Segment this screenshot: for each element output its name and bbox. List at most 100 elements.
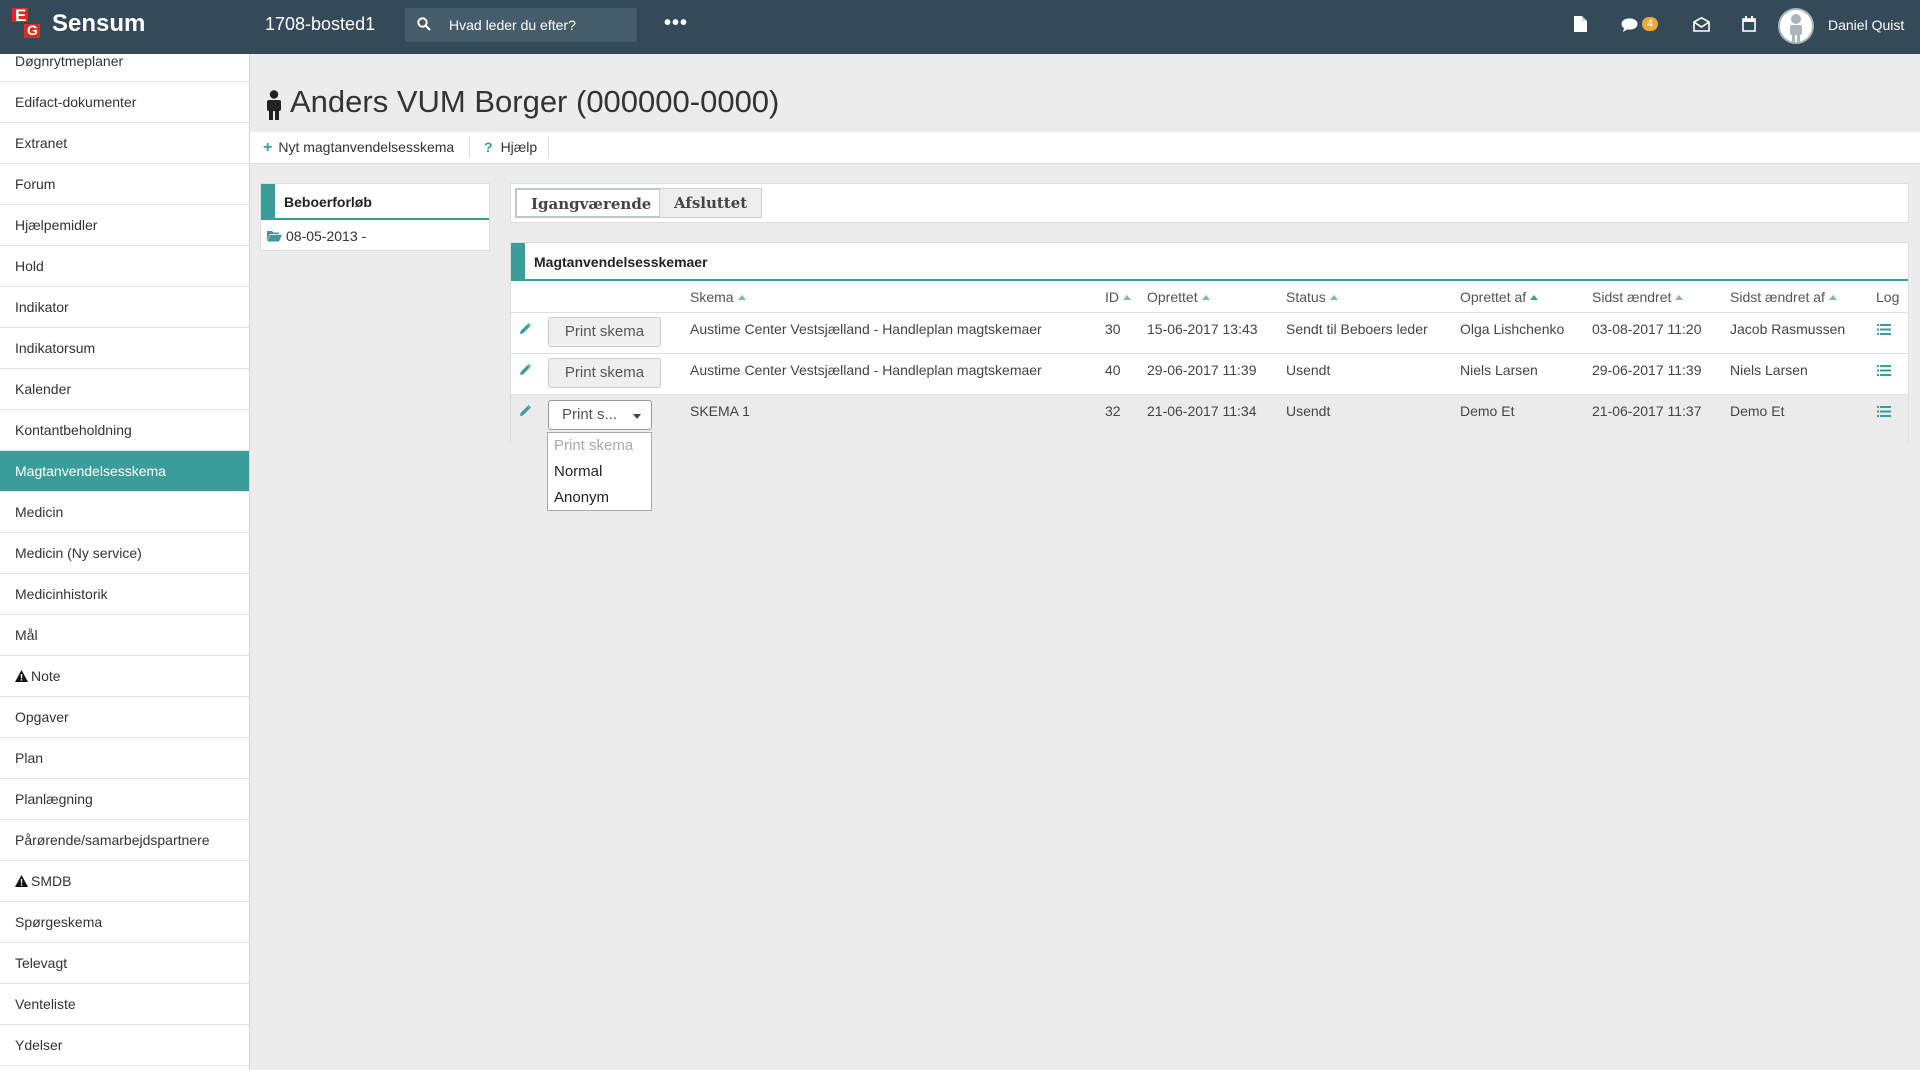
sidebar-item-televagt[interactable]: Televagt bbox=[0, 943, 249, 984]
edit-pencil-icon[interactable] bbox=[519, 323, 531, 335]
cell-skema[interactable]: Austime Center Vestsjælland - Handleplan… bbox=[690, 362, 1042, 378]
brand-name[interactable]: Sensum bbox=[52, 10, 145, 38]
edit-pencil-icon[interactable] bbox=[519, 364, 531, 376]
sidebar-item-label: Hjælpemidler bbox=[15, 217, 97, 233]
sidebar-item-label: Edifact-dokumenter bbox=[15, 94, 136, 110]
tab-afsluttet[interactable]: Afsluttet bbox=[659, 188, 762, 218]
beboerforlob-entry[interactable]: 08-05-2013 - bbox=[267, 228, 366, 244]
menu-option-anonym[interactable]: Anonym bbox=[548, 485, 651, 511]
sidebar-item-label: Plan bbox=[15, 750, 43, 766]
sidebar-item-label: Kontantbeholdning bbox=[15, 422, 132, 438]
log-list-icon[interactable] bbox=[1877, 406, 1891, 417]
log-list-icon[interactable] bbox=[1877, 324, 1891, 335]
sidebar-item-label: Medicin (Ny service) bbox=[15, 545, 142, 561]
cell-id: 32 bbox=[1105, 403, 1121, 419]
sidebar-item-label: Note bbox=[31, 668, 61, 684]
sidebar-item-medicin-ny-service[interactable]: Medicin (Ny service) bbox=[0, 533, 249, 574]
sidebar-item-indikator[interactable]: Indikator bbox=[0, 287, 249, 328]
sidebar-item-label: Spørgeskema bbox=[15, 914, 102, 930]
column-header-sidst-aendret[interactable]: Sidst ændret bbox=[1592, 289, 1683, 305]
more-menu-icon[interactable]: ••• bbox=[664, 12, 688, 35]
warning-icon bbox=[15, 875, 28, 887]
folder-open-icon bbox=[267, 230, 282, 242]
eg-logo[interactable]: E G bbox=[12, 8, 42, 40]
print-skema-button[interactable]: Print skema bbox=[548, 358, 661, 388]
search-input[interactable] bbox=[449, 8, 633, 42]
table-title: Magtanvendelsesskemaer bbox=[534, 254, 708, 270]
beboerforlob-title: Beboerforløb bbox=[284, 194, 372, 210]
user-name[interactable]: Daniel Quist bbox=[1828, 17, 1904, 33]
sidebar-item-medicinhistorik[interactable]: Medicinhistorik bbox=[0, 574, 249, 615]
sidebar-item-paaroerende[interactable]: Pårørende/samarbejdspartnere bbox=[0, 820, 249, 861]
cell-skema[interactable]: SKEMA 1 bbox=[690, 403, 750, 419]
sidebar-item-note[interactable]: Note bbox=[0, 656, 249, 697]
sidebar-item-ydelser[interactable]: Ydelser bbox=[0, 1025, 249, 1066]
tab-igangvaerende[interactable]: Igangværende bbox=[515, 188, 667, 218]
sidebar-item-label: Indikator bbox=[15, 299, 69, 315]
sidebar-item-label: Mål bbox=[15, 627, 38, 643]
sidebar-item-forum[interactable]: Forum bbox=[0, 164, 249, 205]
mail-icon[interactable] bbox=[1693, 17, 1710, 32]
cell-skema[interactable]: Austime Center Vestsjælland - Handleplan… bbox=[690, 321, 1042, 337]
cell-status: Usendt bbox=[1286, 362, 1330, 378]
beboerforlob-panel: Beboerforløb 08-05-2013 - bbox=[260, 183, 490, 251]
beboerforlob-header: Beboerforløb bbox=[261, 184, 489, 220]
sidebar-item-extranet[interactable]: Extranet bbox=[0, 123, 249, 164]
cell-sidst-aendret-af: Jacob Rasmussen bbox=[1730, 321, 1845, 337]
print-skema-dropdown[interactable]: Print s... bbox=[548, 400, 652, 430]
document-icon[interactable] bbox=[1574, 16, 1587, 32]
cell-sidst-aendret-af: Niels Larsen bbox=[1730, 362, 1808, 378]
help-button[interactable]: ?Hjælp bbox=[484, 139, 537, 155]
column-header-sidst-aendret-af[interactable]: Sidst ændret af bbox=[1730, 289, 1837, 305]
cell-oprettet-af: Olga Lishchenko bbox=[1460, 321, 1564, 337]
chat-icon[interactable] bbox=[1621, 18, 1638, 32]
print-skema-button[interactable]: Print skema bbox=[548, 317, 661, 347]
question-icon: ? bbox=[484, 139, 493, 155]
message-count-badge[interactable]: 4 bbox=[1642, 17, 1658, 31]
user-avatar[interactable] bbox=[1778, 8, 1814, 44]
page-title: Anders VUM Borger (000000-0000) bbox=[290, 84, 779, 120]
sidebar-item-spoergeskema[interactable]: Spørgeskema bbox=[0, 902, 249, 943]
magtanvendelsesskemaer-panel: Magtanvendelsesskemaer Skema ID Oprettet… bbox=[510, 242, 1909, 442]
sidebar-item-opgaver[interactable]: Opgaver bbox=[0, 697, 249, 738]
sidebar-item-label: Ydelser bbox=[15, 1037, 62, 1053]
sidebar-item-medicin[interactable]: Medicin bbox=[0, 492, 249, 533]
sidebar-item-hjaelpemidler[interactable]: Hjælpemidler bbox=[0, 205, 249, 246]
column-header-oprettet[interactable]: Oprettet bbox=[1147, 289, 1210, 305]
column-header-status[interactable]: Status bbox=[1286, 289, 1338, 305]
sidebar-item-indikatorsum[interactable]: Indikatorsum bbox=[0, 328, 249, 369]
project-name[interactable]: 1708-bosted1 bbox=[265, 14, 375, 35]
sidebar: Døgnrytmeplaner Edifact-dokumenter Extra… bbox=[0, 54, 250, 1070]
new-label: Nyt magtanvendelsesskema bbox=[278, 139, 454, 155]
sort-arrow-icon bbox=[1123, 295, 1131, 300]
column-header-skema[interactable]: Skema bbox=[690, 289, 746, 305]
sidebar-item-edifact[interactable]: Edifact-dokumenter bbox=[0, 82, 249, 123]
print-options-menu: Print skema Normal Anonym bbox=[547, 432, 652, 511]
search-icon[interactable] bbox=[417, 17, 431, 31]
sidebar-item-hold[interactable]: Hold bbox=[0, 246, 249, 287]
sidebar-item-kontantbeholdning[interactable]: Kontantbeholdning bbox=[0, 410, 249, 451]
cell-status: Sendt til Beboers leder bbox=[1286, 321, 1428, 337]
sidebar-item-smdb[interactable]: SMDB bbox=[0, 861, 249, 902]
sidebar-item-maal[interactable]: Mål bbox=[0, 615, 249, 656]
sidebar-item-kalender[interactable]: Kalender bbox=[0, 369, 249, 410]
person-icon bbox=[264, 90, 284, 120]
log-list-icon[interactable] bbox=[1877, 365, 1891, 376]
sidebar-item-label: Indikatorsum bbox=[15, 340, 95, 356]
cell-status: Usendt bbox=[1286, 403, 1330, 419]
column-header-oprettet-af[interactable]: Oprettet af bbox=[1460, 289, 1538, 305]
table-row: Print skema Austime Center Vestsjælland … bbox=[511, 353, 1908, 394]
sidebar-item-plan[interactable]: Plan bbox=[0, 738, 249, 779]
menu-option-normal[interactable]: Normal bbox=[548, 459, 651, 485]
sidebar-item-planlaegning[interactable]: Planlægning bbox=[0, 779, 249, 820]
calendar-icon[interactable] bbox=[1742, 16, 1756, 32]
sidebar-item-magtanvendelsesskema[interactable]: Magtanvendelsesskema bbox=[0, 451, 249, 492]
sidebar-item-dognrytmeplaner[interactable]: Døgnrytmeplaner bbox=[0, 54, 249, 82]
table-row: Print skema Austime Center Vestsjælland … bbox=[511, 312, 1908, 353]
new-magtanvendelsesskema-button[interactable]: +Nyt magtanvendelsesskema bbox=[263, 139, 454, 157]
sidebar-item-label: Kalender bbox=[15, 381, 71, 397]
sidebar-item-venteliste[interactable]: Venteliste bbox=[0, 984, 249, 1025]
logo-letter-g: G bbox=[27, 22, 38, 38]
column-header-id[interactable]: ID bbox=[1105, 289, 1131, 305]
edit-pencil-icon[interactable] bbox=[519, 405, 531, 417]
